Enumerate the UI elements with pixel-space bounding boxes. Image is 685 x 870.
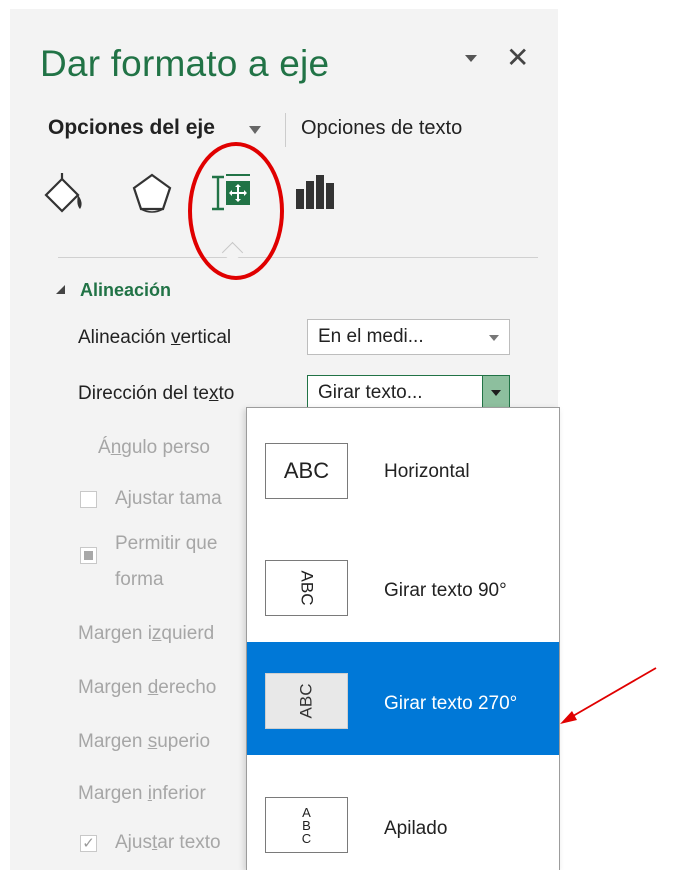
annotation-arrow [560,667,657,724]
